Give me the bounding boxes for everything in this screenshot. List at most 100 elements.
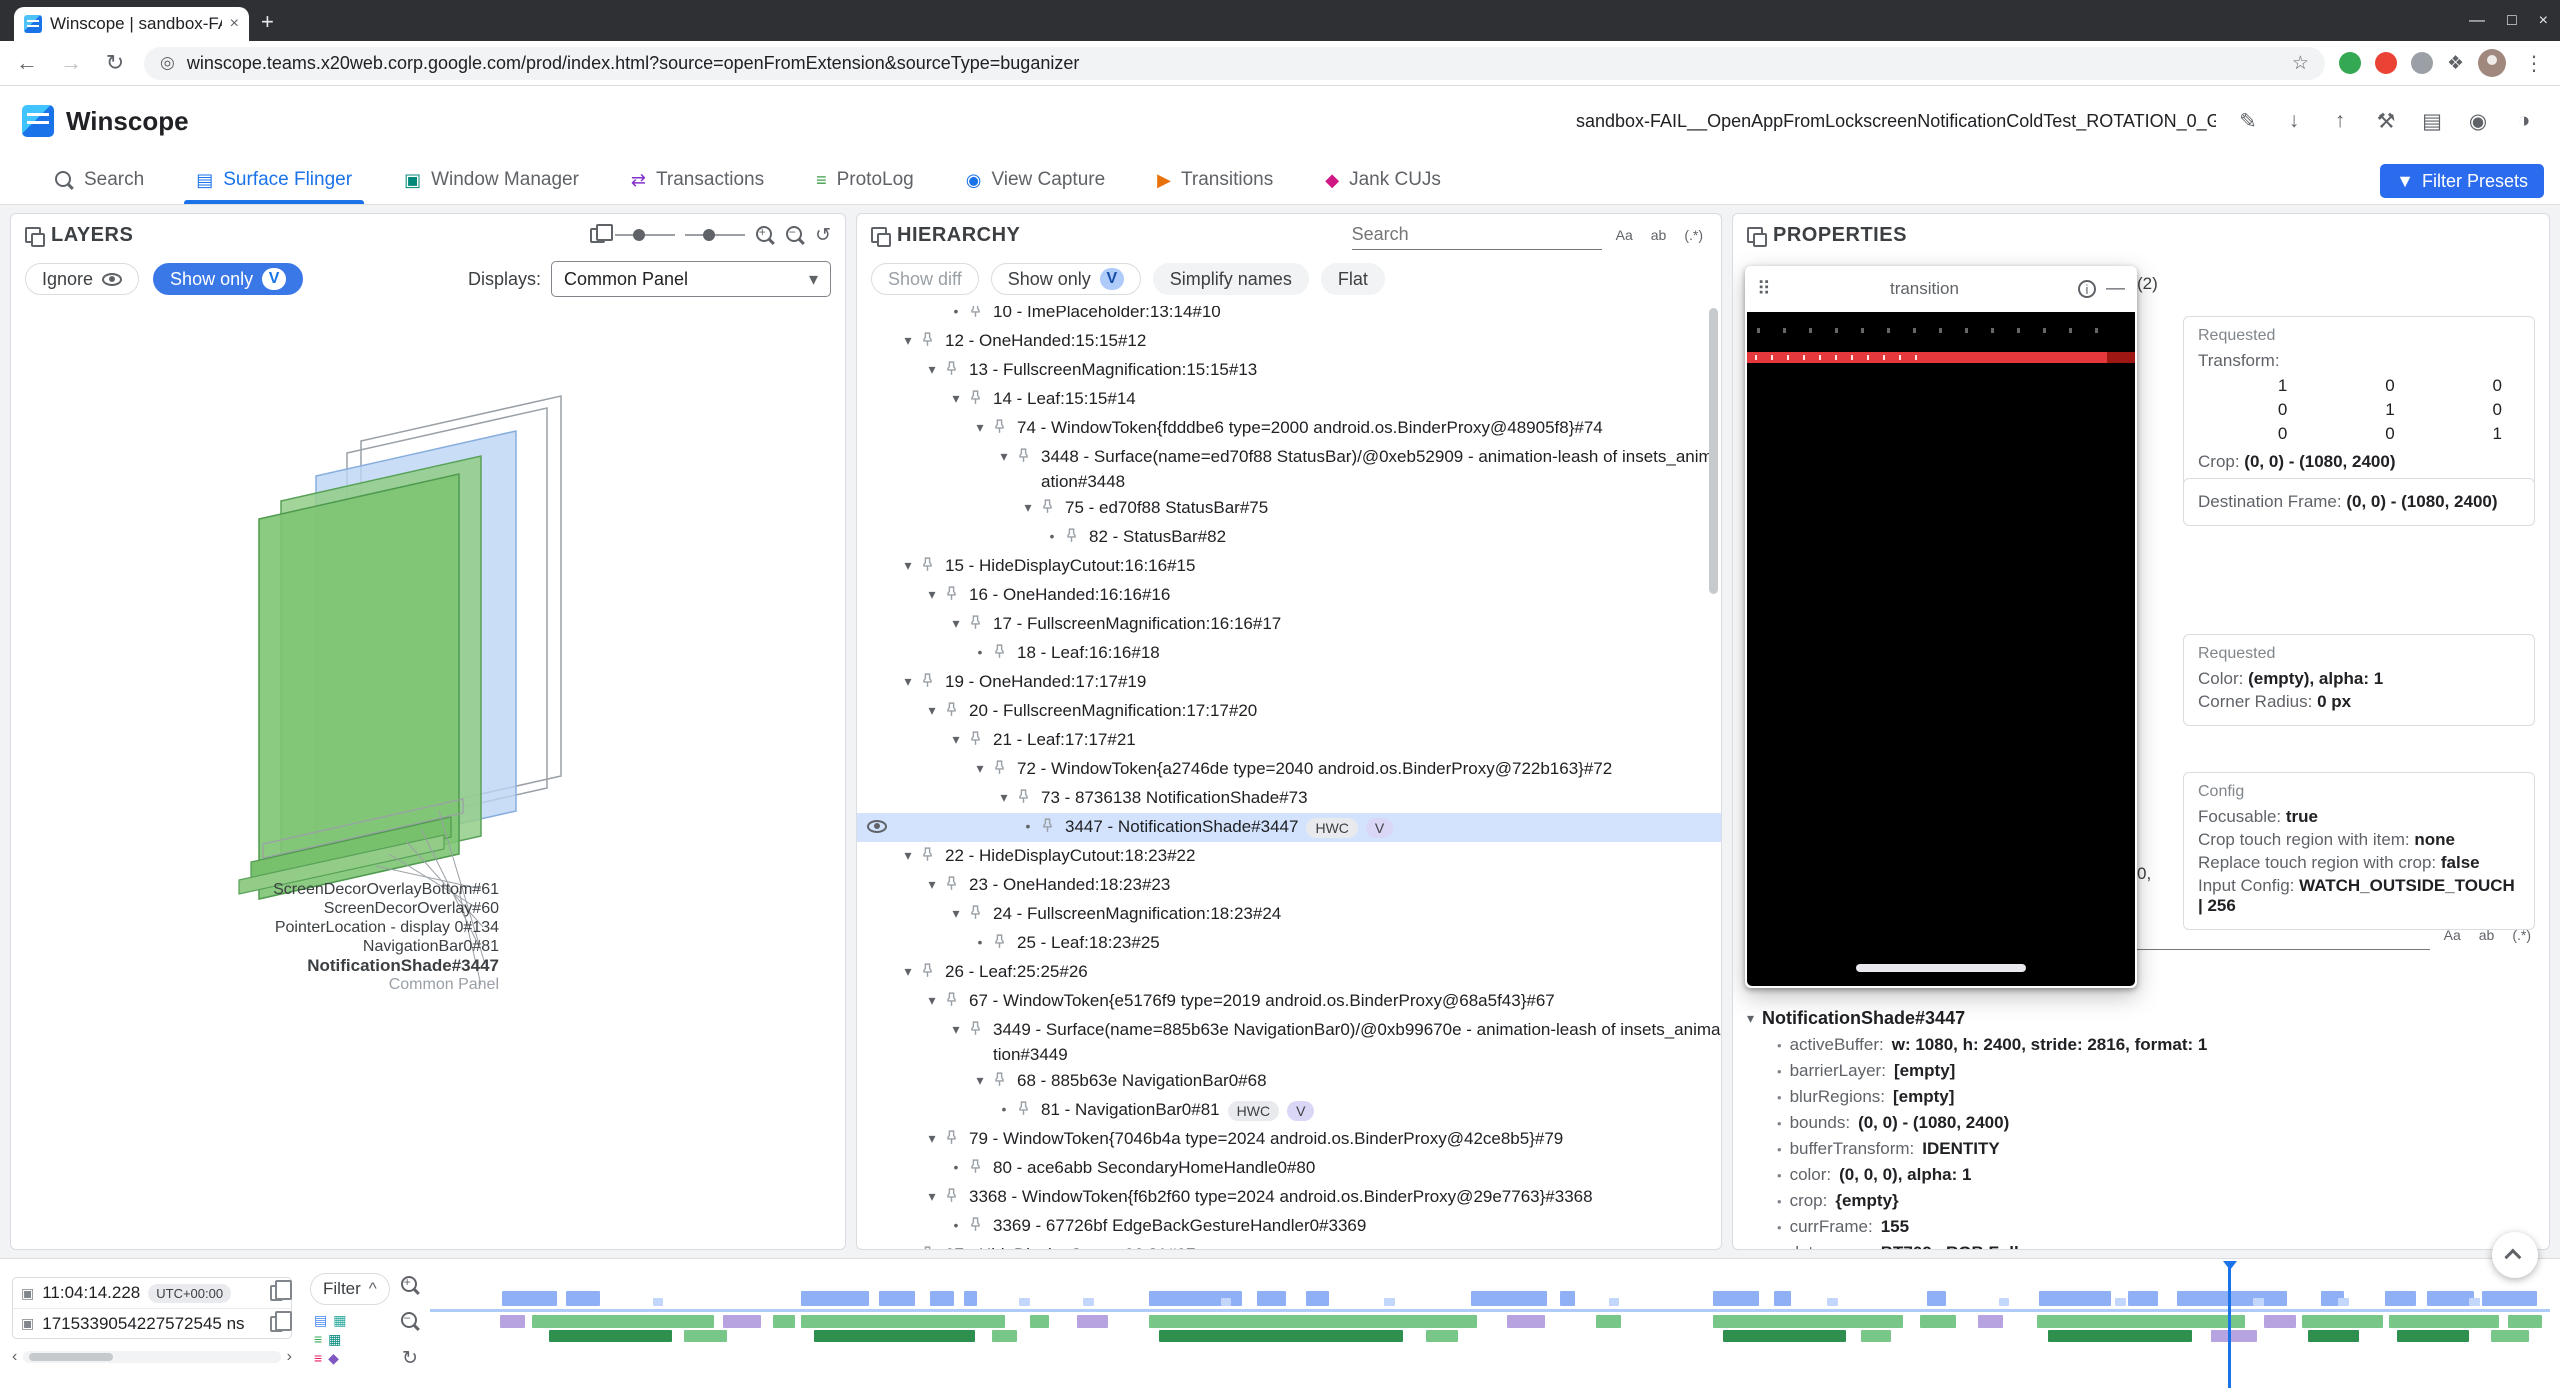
window-minimize-button[interactable]: — bbox=[2469, 12, 2485, 30]
hierarchy-search-input[interactable] bbox=[1352, 220, 1602, 250]
tree-row[interactable]: ▾13 - FullscreenMagnification:15:15#13 bbox=[857, 356, 1721, 385]
chevron-down-icon[interactable]: ▾ bbox=[993, 443, 1015, 469]
chevron-down-icon[interactable]: ▾ bbox=[921, 581, 943, 607]
window-maximize-button[interactable]: □ bbox=[2507, 12, 2517, 30]
tree-row[interactable]: ▾12 - OneHanded:15:15#12 bbox=[857, 327, 1721, 356]
info-icon[interactable]: i bbox=[2078, 280, 2096, 298]
layer-label[interactable]: ScreenDecorOverlayBottom#61 bbox=[11, 880, 499, 899]
pin-icon[interactable] bbox=[967, 1212, 993, 1241]
pin-icon[interactable] bbox=[967, 306, 993, 327]
tree-row[interactable]: •82 - StatusBar#82 bbox=[857, 523, 1721, 552]
property-item[interactable]: •dataspace:BT709 sRGB Full range bbox=[1747, 1240, 2541, 1249]
nav-tab-transactions[interactable]: ⇄Transactions bbox=[605, 156, 790, 204]
trace-type-icon[interactable]: ≡ bbox=[314, 1351, 322, 1365]
forward-button[interactable]: → bbox=[56, 50, 86, 76]
back-button[interactable]: ← bbox=[12, 50, 42, 76]
chevron-down-icon[interactable]: ▾ bbox=[897, 1241, 919, 1249]
pin-icon[interactable] bbox=[943, 871, 969, 900]
property-item[interactable]: •activeBuffer:w: 1080, h: 2400, stride: … bbox=[1747, 1032, 2541, 1058]
pin-icon[interactable] bbox=[967, 900, 993, 929]
scrollbar-thumb[interactable] bbox=[29, 1353, 113, 1361]
trace-type-icon[interactable]: ▦ bbox=[328, 1332, 341, 1346]
pin-icon[interactable] bbox=[967, 610, 993, 639]
regex-icon[interactable]: (.*) bbox=[2508, 925, 2535, 945]
pin-icon[interactable] bbox=[1015, 443, 1041, 472]
theme-toggle-icon[interactable]: ◑ bbox=[2510, 109, 2538, 133]
tree-row[interactable]: ▾67 - WindowToken{e5176f9 type=2019 andr… bbox=[857, 987, 1721, 1016]
pin-icon[interactable] bbox=[1063, 523, 1089, 552]
chevron-down-icon[interactable]: ▾ bbox=[897, 842, 919, 868]
tree-row[interactable]: •3369 - 67726bf EdgeBackGestureHandler0#… bbox=[857, 1212, 1721, 1241]
match-case-icon[interactable]: Aa bbox=[2440, 925, 2465, 945]
timeline-cursor[interactable] bbox=[2228, 1265, 2231, 1388]
timeline-zoom-in-icon[interactable]: + bbox=[400, 1275, 420, 1295]
extensions-puzzle-icon[interactable]: ❖ bbox=[2447, 52, 2464, 75]
pin-icon[interactable] bbox=[991, 639, 1017, 668]
hierarchy-scrollbar[interactable] bbox=[1709, 308, 1718, 594]
pin-icon[interactable] bbox=[943, 581, 969, 610]
chevron-down-icon[interactable]: ▾ bbox=[897, 958, 919, 984]
pin-icon[interactable] bbox=[919, 1241, 945, 1249]
layer-label[interactable]: NavigationBar0#81 bbox=[11, 937, 499, 956]
flat-toggle[interactable]: Flat bbox=[1321, 263, 1385, 295]
timeline-canvas[interactable] bbox=[430, 1259, 2550, 1392]
pin-icon[interactable] bbox=[919, 552, 945, 581]
copy-icon[interactable] bbox=[270, 1285, 283, 1301]
match-word-icon[interactable]: ab bbox=[1647, 225, 1671, 245]
nav-tab-jank-cujs[interactable]: ◆Jank CUJs bbox=[1299, 156, 1467, 204]
browser-tab[interactable]: Winscope | sandbox-FAIl × bbox=[14, 7, 249, 41]
zoom-in-icon[interactable]: + bbox=[755, 225, 775, 245]
timeline-pan-scrollbar[interactable]: ‹ › bbox=[12, 1347, 292, 1367]
tree-row[interactable]: •25 - Leaf:18:23#25 bbox=[857, 929, 1721, 958]
layer-label[interactable]: Common Panel bbox=[11, 975, 499, 994]
regex-icon[interactable]: (.*) bbox=[1680, 225, 1707, 245]
pin-icon[interactable] bbox=[943, 697, 969, 726]
pin-icon[interactable] bbox=[991, 755, 1017, 784]
bookmark-star-icon[interactable]: ☆ bbox=[2292, 52, 2309, 75]
edit-icon[interactable]: ✎ bbox=[2234, 109, 2262, 134]
timeline-reset-zoom-icon[interactable]: ↻ bbox=[402, 1347, 418, 1370]
match-word-icon[interactable]: ab bbox=[2475, 925, 2499, 945]
trace-type-icon[interactable]: ▦ bbox=[333, 1313, 346, 1327]
trace-type-icon[interactable]: ≡ bbox=[314, 1332, 322, 1346]
tree-row[interactable]: ▾3449 - Surface(name=885b63e NavigationB… bbox=[857, 1016, 1721, 1067]
chevron-down-icon[interactable]: ▾ bbox=[969, 755, 991, 781]
property-item[interactable]: •bufferTransform:IDENTITY bbox=[1747, 1136, 2541, 1162]
tree-row[interactable]: ▾75 - ed70f88 StatusBar#75 bbox=[857, 494, 1721, 523]
reset-view-icon[interactable]: ↺ bbox=[815, 224, 831, 247]
pin-icon[interactable] bbox=[919, 327, 945, 356]
tree-row[interactable]: ▾72 - WindowToken{a2746de type=2040 andr… bbox=[857, 755, 1721, 784]
property-item[interactable]: •crop:{empty} bbox=[1747, 1188, 2541, 1214]
trace-legend-row[interactable]: ▤▦ bbox=[314, 1313, 346, 1327]
pin-icon[interactable] bbox=[919, 842, 945, 871]
tree-row[interactable]: ▾21 - Leaf:17:17#21 bbox=[857, 726, 1721, 755]
chevron-down-icon[interactable]: ▾ bbox=[945, 1016, 967, 1042]
tree-row[interactable]: ▾22 - HideDisplayCutout:18:23#22 bbox=[857, 842, 1721, 871]
pin-icon[interactable] bbox=[967, 1154, 993, 1183]
chevron-down-icon[interactable]: ▾ bbox=[945, 610, 967, 636]
scrollbar-track[interactable] bbox=[23, 1351, 280, 1363]
trace-type-icon[interactable]: ▤ bbox=[314, 1313, 327, 1327]
upload-icon[interactable]: ↑ bbox=[2326, 109, 2354, 133]
docs-icon[interactable]: ▤ bbox=[2418, 109, 2446, 134]
browser-menu-icon[interactable]: ⋮ bbox=[2520, 51, 2548, 76]
collapse-timeline-button[interactable] bbox=[2492, 1232, 2538, 1278]
spacing-slider[interactable] bbox=[615, 234, 675, 236]
overlay-titlebar[interactable]: ⠿ transition i — bbox=[1745, 266, 2137, 312]
tree-row[interactable]: •81 - NavigationBar0#81HWCV bbox=[857, 1096, 1721, 1125]
profile-avatar[interactable] bbox=[2478, 49, 2506, 77]
scroll-left-icon[interactable]: ‹ bbox=[12, 1348, 17, 1366]
pin-icon[interactable] bbox=[1039, 494, 1065, 523]
chevron-down-icon[interactable]: ▾ bbox=[993, 784, 1015, 810]
reload-button[interactable]: ↻ bbox=[100, 50, 130, 76]
rotation-slider[interactable] bbox=[685, 234, 745, 236]
download-icon[interactable]: ↓ bbox=[2280, 109, 2308, 133]
pin-icon[interactable] bbox=[943, 356, 969, 385]
tree-row[interactable]: ▾19 - OneHanded:17:17#19 bbox=[857, 668, 1721, 697]
show-only-v-toggle[interactable]: Show only V bbox=[153, 263, 303, 295]
chevron-down-icon[interactable]: ▾ bbox=[897, 327, 919, 353]
chevron-down-icon[interactable]: ▾ bbox=[897, 552, 919, 578]
pin-icon[interactable] bbox=[943, 1125, 969, 1154]
properties-node-title[interactable]: ▾ NotificationShade#3447 bbox=[1747, 1004, 2541, 1032]
pin-icon[interactable] bbox=[919, 958, 945, 987]
